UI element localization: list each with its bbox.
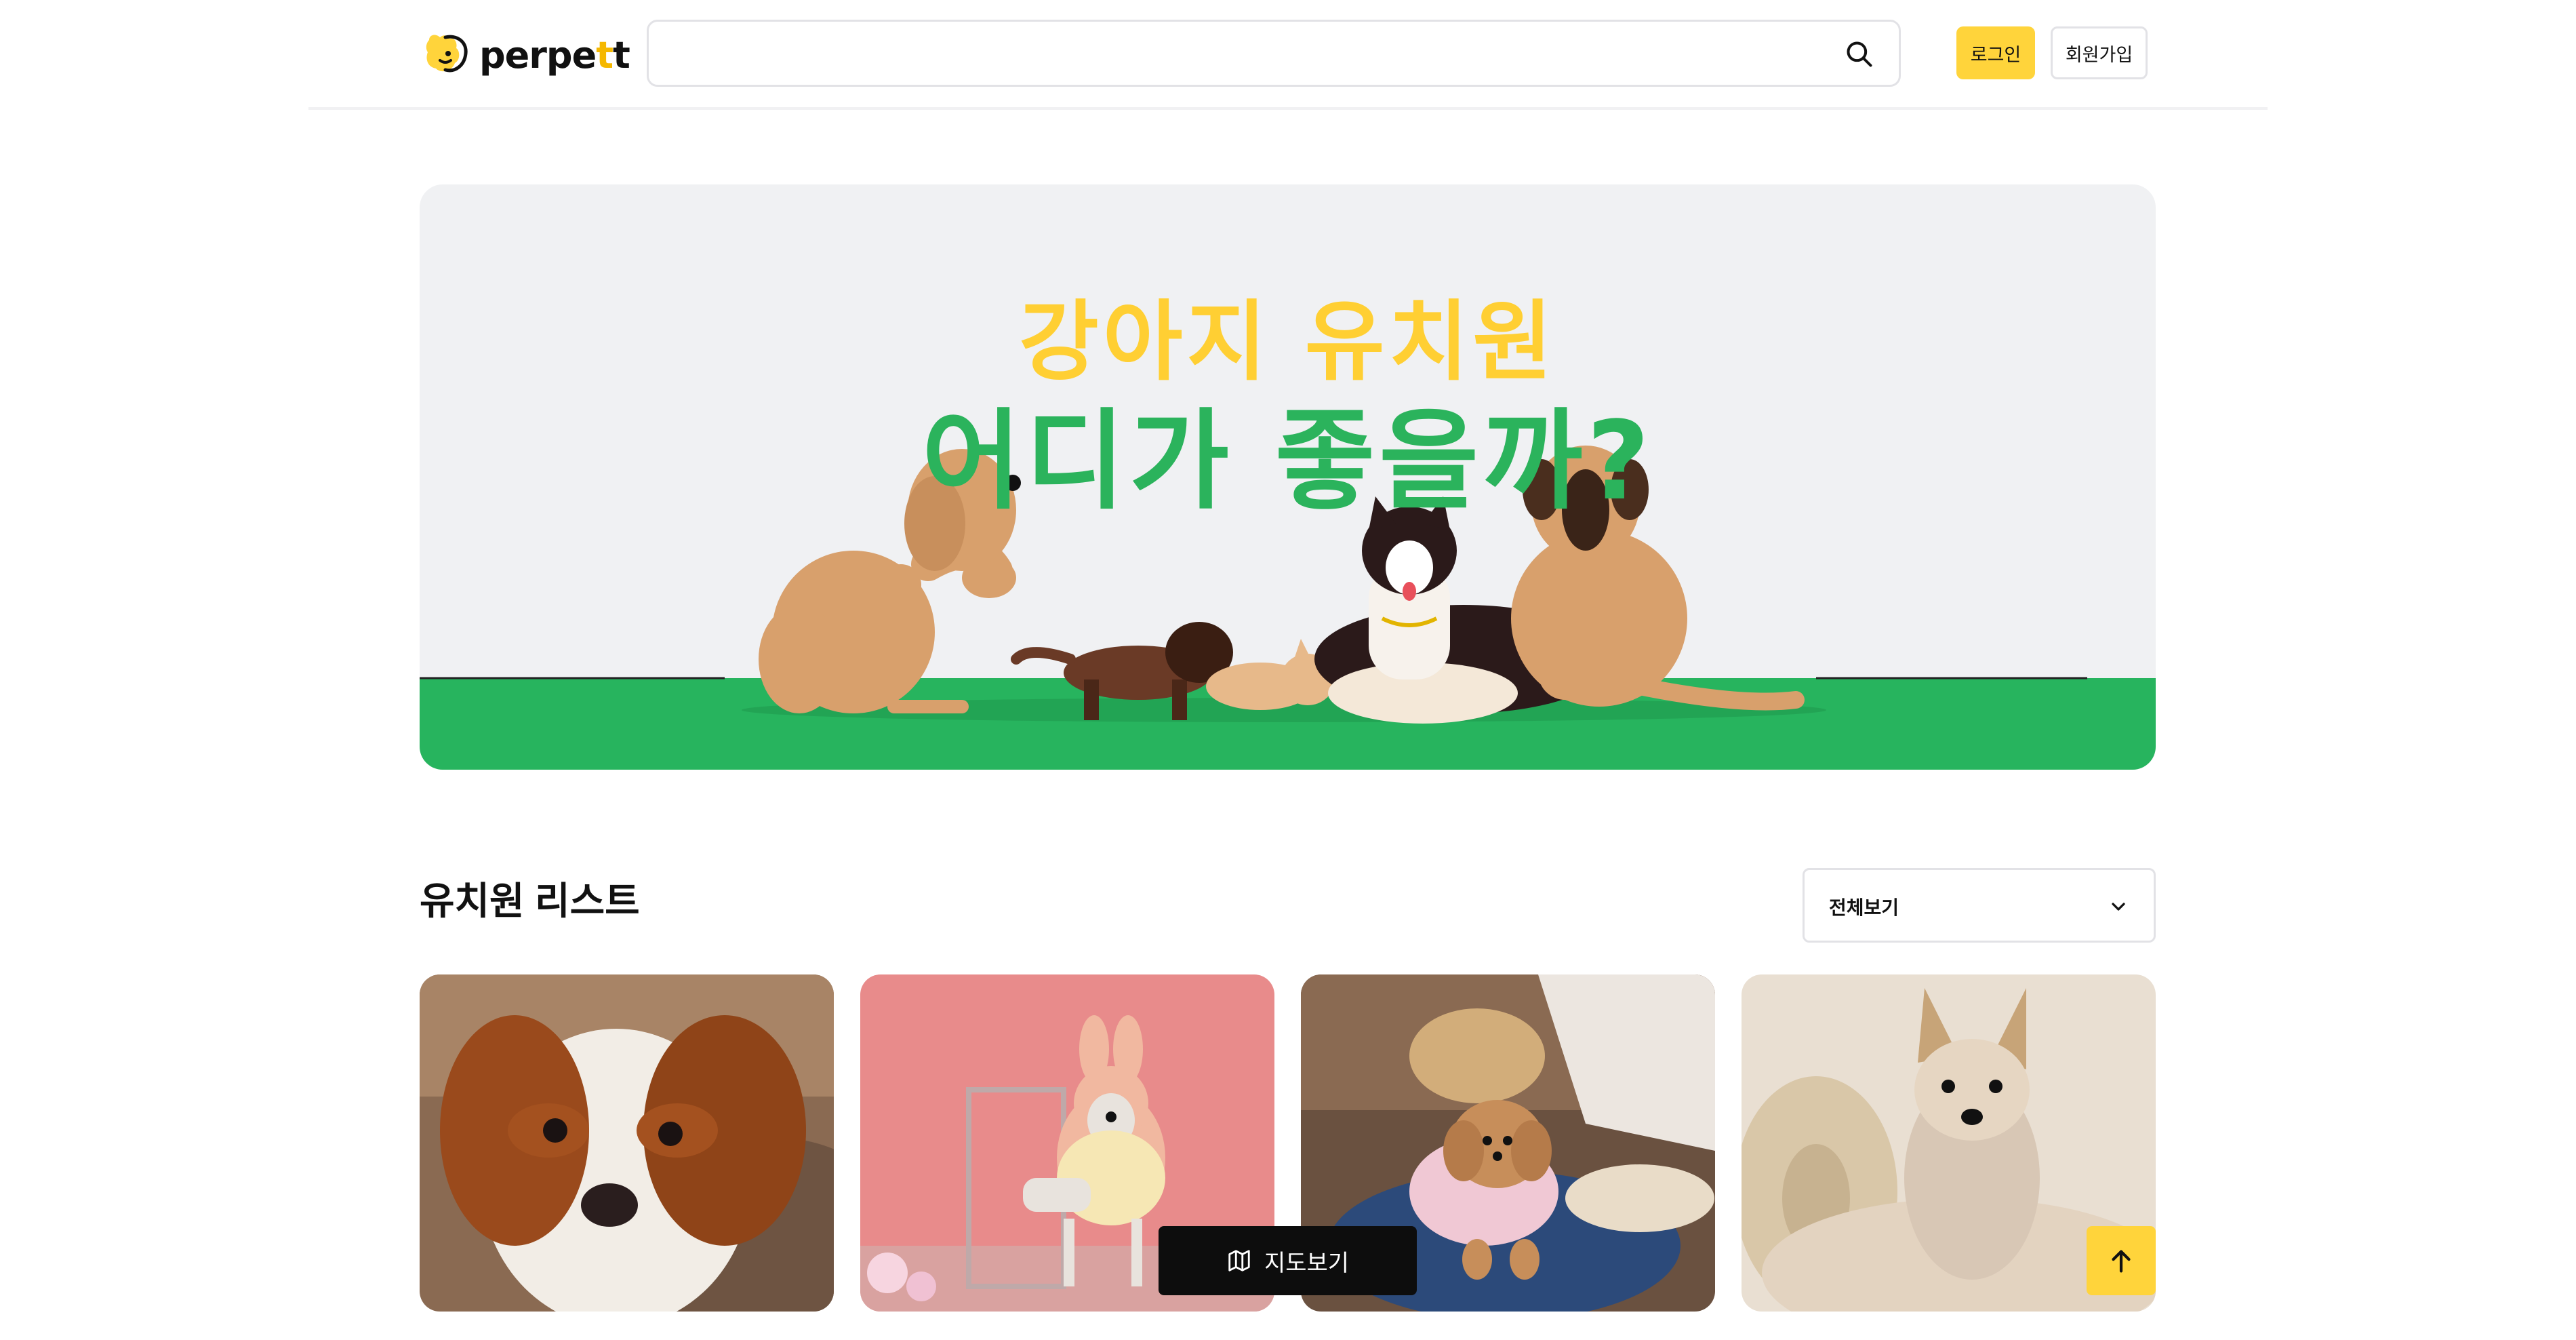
map-view-label: 지도보기 (1264, 1250, 1350, 1276)
site-header: perpett 로그인 회원가입 (0, 0, 2576, 110)
map-view-button[interactable]: 지도보기 (1159, 1226, 1417, 1295)
header-divider (308, 107, 2268, 110)
map-icon (1228, 1250, 1250, 1272)
banner-headline-2: 어디가 좋을까? (921, 397, 1654, 524)
filter-select[interactable]: 전체보기 (1803, 868, 2156, 943)
logo[interactable]: perpett (425, 31, 630, 79)
signup-button[interactable]: 회원가입 (2051, 26, 2148, 79)
arrow-up-icon (2112, 1250, 2131, 1273)
kindergarten-card[interactable] (420, 974, 834, 1312)
puppy-photo-cavalier (420, 974, 834, 1312)
search-bar (647, 20, 1901, 87)
search-icon[interactable] (1845, 39, 1874, 69)
login-button[interactable]: 로그인 (1956, 26, 2035, 79)
filter-selected-value: 전체보기 (1829, 897, 1899, 918)
logo-text: perpett (479, 33, 630, 77)
logo-dog-icon (426, 35, 468, 73)
scroll-top-button[interactable] (2087, 1226, 2156, 1295)
hero-banner[interactable]: 강아지 유치원 어디가 좋을까? (420, 184, 2156, 770)
chevron-down-icon (2112, 903, 2125, 911)
section-title: 유치원 리스트 (420, 880, 640, 922)
search-input[interactable] (669, 28, 1822, 77)
